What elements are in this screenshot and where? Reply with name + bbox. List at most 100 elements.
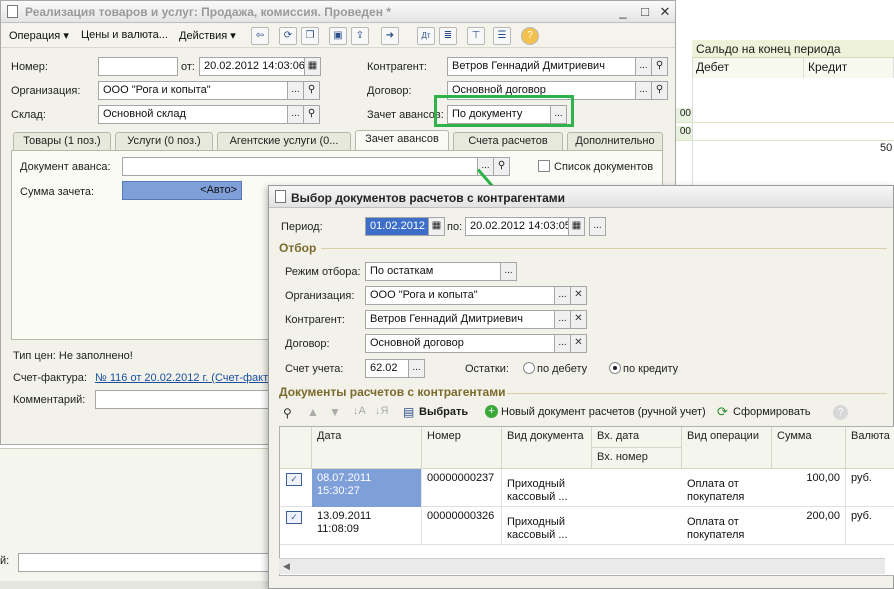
filter-mode-select-button[interactable]: ... xyxy=(500,262,517,281)
organization-field[interactable]: ООО "Рога и копыта" xyxy=(98,81,288,100)
post-icon[interactable]: ▣ xyxy=(329,27,347,45)
maximize-icon[interactable]: □ xyxy=(637,4,653,19)
background-field[interactable] xyxy=(18,553,278,572)
table-row[interactable]: ✓ 08.07.2011 15:30:27 00000000237 Приход… xyxy=(280,469,894,507)
contract-select-button[interactable]: ... xyxy=(554,334,571,353)
clear-icon[interactable]: ✕ xyxy=(570,310,587,329)
clear-icon[interactable]: ✕ xyxy=(570,334,587,353)
column-header-currency[interactable]: Валюта xyxy=(846,427,894,469)
copy-icon[interactable]: ❐ xyxy=(301,27,319,45)
advance-doc-field[interactable] xyxy=(122,157,478,176)
search-icon[interactable]: ⚲ xyxy=(303,81,320,100)
dt-kt-icon[interactable]: Дт xyxy=(417,27,435,45)
organization-select-button[interactable]: ... xyxy=(554,286,571,305)
contract-select-button[interactable]: ... xyxy=(635,81,652,100)
column-header-number[interactable]: Номер xyxy=(422,427,502,469)
invoice-link[interactable]: № 116 от 20.02.2012 г. (Счет-факт xyxy=(95,372,268,384)
period-select-button[interactable]: ... xyxy=(589,217,606,236)
minimize-icon[interactable]: _ xyxy=(615,4,631,19)
table-icon[interactable]: ☰ xyxy=(493,27,511,45)
document-icon xyxy=(7,5,18,18)
sort-asc-icon[interactable]: ↓A xyxy=(353,405,366,417)
help-icon[interactable]: ? xyxy=(521,27,539,45)
report-row-line xyxy=(676,140,894,141)
select-icon[interactable]: ▤ xyxy=(403,405,414,419)
close-icon[interactable]: ✕ xyxy=(657,4,673,20)
form-button[interactable]: Сформировать xyxy=(733,406,811,418)
counterparty-field[interactable]: Ветров Геннадий Дмитриевич xyxy=(447,57,637,76)
warehouse-field[interactable]: Основной склад xyxy=(98,105,288,124)
tab-services[interactable]: Услуги (0 поз.) xyxy=(115,132,213,150)
cell-sum: 100,00 xyxy=(772,469,846,507)
actions-menu[interactable]: Действия ▾ xyxy=(179,29,236,42)
account-field[interactable]: 62.02 xyxy=(365,359,409,378)
contract-field[interactable]: Основной договор xyxy=(365,334,555,353)
radio-credit[interactable] xyxy=(609,362,621,374)
section-divider xyxy=(507,393,887,394)
date-label: от: xyxy=(181,61,195,73)
warehouse-select-button[interactable]: ... xyxy=(287,105,304,124)
prices-currency-button[interactable]: Цены и валюта... xyxy=(81,29,168,41)
sort-desc-icon[interactable]: ↓Я xyxy=(375,405,388,417)
search-icon[interactable]: ⚲ xyxy=(651,81,668,100)
select-button[interactable]: Выбрать xyxy=(419,406,468,418)
column-header-sum[interactable]: Сумма xyxy=(772,427,846,469)
counterparty-select-button[interactable]: ... xyxy=(635,57,652,76)
column-header-in-date[interactable]: Вх. дата xyxy=(592,427,682,448)
counterparty-select-button[interactable]: ... xyxy=(554,310,571,329)
tab-agent-services[interactable]: Агентские услуги (0... xyxy=(217,132,351,150)
radio-debit[interactable] xyxy=(523,362,535,374)
organization-select-button[interactable]: ... xyxy=(287,81,304,100)
document-icon xyxy=(275,190,286,203)
help-icon[interactable]: ? xyxy=(833,405,848,420)
column-header-date[interactable]: Дата xyxy=(312,427,422,469)
new-document-button[interactable]: Новый документ расчетов (ручной учет) xyxy=(501,406,706,418)
upload-icon[interactable]: ⇪ xyxy=(351,27,369,45)
calendar-icon[interactable]: ▦ xyxy=(304,57,321,76)
tab-advance-offset[interactable]: Зачет авансов xyxy=(355,130,449,151)
operation-menu[interactable]: Операция ▾ xyxy=(9,29,69,42)
comment-label: Комментарий: xyxy=(13,394,86,406)
comment-field[interactable] xyxy=(95,390,275,409)
number-field[interactable] xyxy=(98,57,178,76)
clear-icon[interactable]: ✕ xyxy=(570,286,587,305)
counterparty-field[interactable]: Ветров Геннадий Дмитриевич xyxy=(365,310,555,329)
cell-currency: руб. xyxy=(851,472,872,484)
background-scrollbar[interactable] xyxy=(0,581,290,589)
search-icon[interactable]: ⚲ xyxy=(651,57,668,76)
add-icon[interactable]: + xyxy=(485,405,498,418)
period-from-field[interactable]: 01.02.2012 xyxy=(365,217,429,236)
select-documents-dialog: Выбор документов расчетов с контрагентам… xyxy=(268,185,894,589)
organization-field[interactable]: ООО "Рога и копыта" xyxy=(365,286,555,305)
tab-accounts[interactable]: Счета расчетов xyxy=(453,132,563,150)
organization-label: Организация: xyxy=(11,85,81,97)
date-field[interactable]: 20.02.2012 14:03:06 xyxy=(199,57,305,76)
filter-mode-field[interactable]: По остаткам xyxy=(365,262,501,281)
horizontal-scrollbar[interactable]: ◀ xyxy=(279,558,885,574)
refresh-icon[interactable]: ⟳ xyxy=(717,404,728,420)
refresh-icon[interactable]: ⟳ xyxy=(279,27,297,45)
move-up-icon[interactable]: ▲ xyxy=(307,405,319,419)
move-down-icon[interactable]: ▼ xyxy=(329,405,341,419)
scroll-left-icon[interactable]: ◀ xyxy=(283,561,290,572)
report-row-line xyxy=(676,122,894,123)
find-icon[interactable]: ⚲ xyxy=(283,406,292,420)
tab-additional[interactable]: Дополнительно xyxy=(567,132,663,150)
calendar-icon[interactable]: ▦ xyxy=(568,217,585,236)
search-icon[interactable]: ⚲ xyxy=(303,105,320,124)
column-header-operation[interactable]: Вид операции xyxy=(682,427,772,469)
period-to-field[interactable]: 20.02.2012 14:03:05 xyxy=(465,217,569,236)
tree-icon[interactable]: ⊤ xyxy=(467,27,485,45)
table-row[interactable]: ✓ 13.09.2011 11:08:09 00000000326 Приход… xyxy=(280,507,894,545)
account-select-button[interactable]: ... xyxy=(408,359,425,378)
move-icon[interactable]: ➜ xyxy=(381,27,399,45)
list-icon[interactable]: ≣ xyxy=(439,27,457,45)
tab-goods[interactable]: Товары (1 поз.) xyxy=(13,132,111,150)
search-icon[interactable]: ⚲ xyxy=(493,157,510,176)
calendar-icon[interactable]: ▦ xyxy=(428,217,445,236)
column-header-doc-type[interactable]: Вид документа xyxy=(502,427,592,469)
column-header-in-number[interactable]: Вх. номер xyxy=(592,448,682,469)
offset-sum-field[interactable]: <Авто> xyxy=(122,181,242,200)
back-icon[interactable]: ⇦ xyxy=(251,27,269,45)
list-docs-checkbox[interactable] xyxy=(538,160,550,172)
